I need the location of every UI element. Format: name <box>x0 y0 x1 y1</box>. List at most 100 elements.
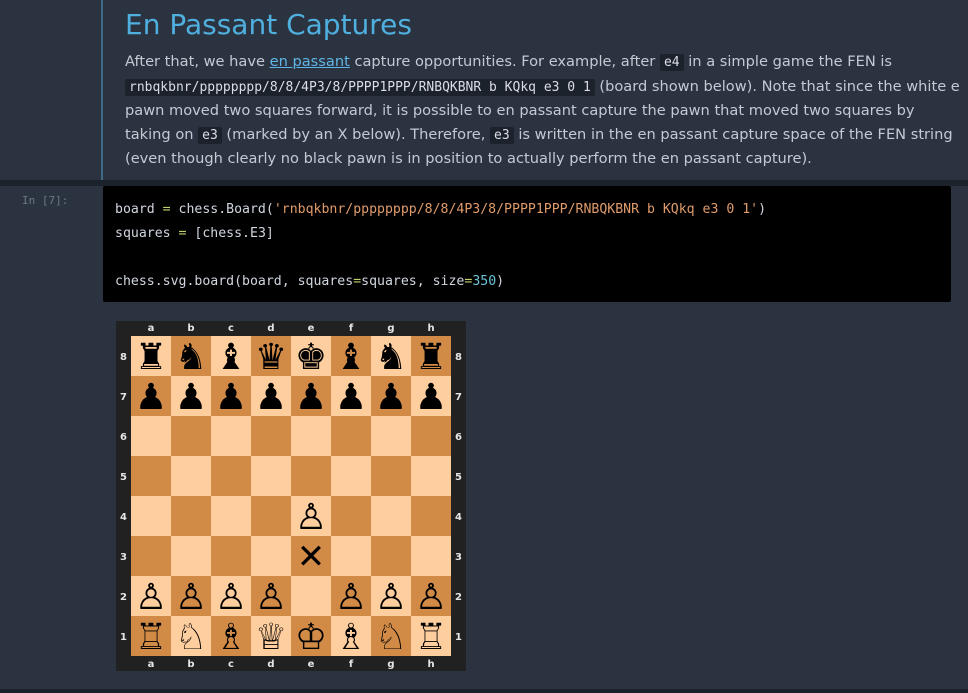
inline-code-e3: e3 <box>490 126 514 144</box>
rank-label-left: 1 <box>120 632 127 643</box>
chess-piece-d8[interactable]: ♛ <box>255 337 287 378</box>
square-d5[interactable] <box>251 456 291 496</box>
square-g5[interactable] <box>371 456 411 496</box>
chess-piece-b2[interactable]: ♙ <box>175 577 207 618</box>
chess-piece-f2[interactable]: ♙ <box>335 577 367 618</box>
square-g3[interactable] <box>371 536 411 576</box>
chess-piece-b8[interactable]: ♞ <box>175 337 207 378</box>
en-passant-x-marker: ✕ <box>297 537 326 577</box>
square-d3[interactable] <box>251 536 291 576</box>
chess-piece-a8[interactable]: ♜ <box>135 337 167 378</box>
chess-piece-h8[interactable]: ♜ <box>415 337 447 378</box>
square-a5[interactable] <box>131 456 171 496</box>
square-c6[interactable] <box>211 416 251 456</box>
square-a3[interactable] <box>131 536 171 576</box>
square-g4[interactable] <box>371 496 411 536</box>
text-span: in a simple game the FEN is <box>683 53 893 70</box>
input-prompt: In [7]: <box>22 194 69 207</box>
code-token: board <box>115 202 163 217</box>
file-label-bottom: c <box>228 659 234 670</box>
square-f4[interactable] <box>331 496 371 536</box>
rank-label-left: 2 <box>120 592 127 603</box>
square-f6[interactable] <box>331 416 371 456</box>
chess-piece-c1[interactable]: ♗ <box>215 617 247 658</box>
chess-piece-b1[interactable]: ♘ <box>175 617 207 658</box>
chess-piece-h2[interactable]: ♙ <box>415 577 447 618</box>
square-h3[interactable] <box>411 536 451 576</box>
square-b4[interactable] <box>171 496 211 536</box>
chess-piece-f1[interactable]: ♗ <box>335 617 367 658</box>
chess-piece-e4[interactable]: ♙ <box>295 497 327 538</box>
chess-piece-g2[interactable]: ♙ <box>375 577 407 618</box>
text-span: After that, we have <box>125 53 270 70</box>
chess-piece-b7[interactable]: ♟ <box>175 377 207 418</box>
chess-piece-a1[interactable]: ♖ <box>135 617 167 658</box>
square-d4[interactable] <box>251 496 291 536</box>
chess-piece-g8[interactable]: ♞ <box>375 337 407 378</box>
cell-selection-bar <box>101 0 103 180</box>
file-label-top: c <box>228 323 234 334</box>
chess-piece-e8[interactable]: ♚ <box>295 337 327 378</box>
markdown-content: En Passant Captures After that, we have … <box>125 6 960 171</box>
chess-piece-g7[interactable]: ♟ <box>375 377 407 418</box>
rank-label-left: 8 <box>120 352 127 363</box>
en-passant-link[interactable]: en passant <box>270 53 350 70</box>
square-e2[interactable] <box>291 576 331 616</box>
inline-code-e3: e3 <box>198 126 222 144</box>
code-string: 'rnbqkbnr/pppppppp/8/8/4P3/8/PPPP1PPP/RN… <box>273 202 759 217</box>
inline-code-fen: rnbqkbnr/pppppppp/8/8/4P3/8/PPPP1PPP/RNB… <box>125 78 595 96</box>
chess-piece-d2[interactable]: ♙ <box>255 577 287 618</box>
square-b6[interactable] <box>171 416 211 456</box>
file-label-bottom: d <box>267 659 274 670</box>
square-f5[interactable] <box>331 456 371 496</box>
file-label-bottom: b <box>187 659 194 670</box>
square-c5[interactable] <box>211 456 251 496</box>
square-b3[interactable] <box>171 536 211 576</box>
square-c3[interactable] <box>211 536 251 576</box>
code-token: chess.svg.board(board, squares <box>115 274 354 289</box>
square-g6[interactable] <box>371 416 411 456</box>
chess-piece-h7[interactable]: ♟ <box>415 377 447 418</box>
chess-piece-g1[interactable]: ♘ <box>375 617 407 658</box>
chess-piece-c7[interactable]: ♟ <box>215 377 247 418</box>
code-cell[interactable]: In [7]: board = chess.Board('rnbqkbnr/pp… <box>0 186 968 304</box>
cell-divider <box>0 689 968 693</box>
chess-piece-a7[interactable]: ♟ <box>135 377 167 418</box>
square-c4[interactable] <box>211 496 251 536</box>
square-d6[interactable] <box>251 416 291 456</box>
chess-piece-h1[interactable]: ♖ <box>415 617 447 658</box>
square-h5[interactable] <box>411 456 451 496</box>
file-label-top: h <box>427 323 434 334</box>
chess-piece-d1[interactable]: ♕ <box>255 617 287 658</box>
markdown-cell[interactable]: En Passant Captures After that, we have … <box>0 0 968 180</box>
text-span: (marked by an X below). Therefore, <box>221 125 491 143</box>
square-a4[interactable] <box>131 496 171 536</box>
chess-piece-f8[interactable]: ♝ <box>335 337 367 378</box>
chess-board: ♜ ♞ ♝ ♛ ♚ ♝ ♞ ♜ ♟ ♟ ♟ ♟ ♟ ♟ ♟ ♟ ♙ ✕ ♙ ♙ ♙ ♙ ♙ ♙ ♙ ♖ ♘ ♗ ♕ ♔ ♗ ♘ ♖ a a b b c c d… <box>116 321 466 671</box>
code-token: [chess.E3] <box>186 226 274 241</box>
square-h6[interactable] <box>411 416 451 456</box>
square-b5[interactable] <box>171 456 211 496</box>
code-text: board = chess.Board('rnbqkbnr/pppppppp/8… <box>103 186 951 306</box>
chess-piece-e1[interactable]: ♔ <box>295 617 327 658</box>
square-h4[interactable] <box>411 496 451 536</box>
file-label-top: a <box>148 323 155 334</box>
code-token: squares <box>115 226 179 241</box>
file-label-top: d <box>267 323 274 334</box>
chess-piece-f7[interactable]: ♟ <box>335 377 367 418</box>
output-cell: ♜ ♞ ♝ ♛ ♚ ♝ ♞ ♜ ♟ ♟ ♟ ♟ ♟ ♟ ♟ ♟ ♙ ✕ ♙ ♙ ♙ ♙ ♙ ♙ ♙ ♖ ♘ ♗ ♕ ♔ ♗ ♘ ♖ a a b b c c d… <box>0 304 968 689</box>
rank-label-left: 5 <box>120 472 127 483</box>
chess-piece-a2[interactable]: ♙ <box>135 577 167 618</box>
square-e6[interactable] <box>291 416 331 456</box>
chess-piece-c2[interactable]: ♙ <box>215 577 247 618</box>
square-e5[interactable] <box>291 456 331 496</box>
chess-piece-c8[interactable]: ♝ <box>215 337 247 378</box>
chess-piece-e7[interactable]: ♟ <box>295 377 327 418</box>
code-editor[interactable]: board = chess.Board('rnbqkbnr/pppppppp/8… <box>103 186 951 302</box>
square-f3[interactable] <box>331 536 371 576</box>
square-a6[interactable] <box>131 416 171 456</box>
chess-piece-d7[interactable]: ♟ <box>255 377 287 418</box>
code-operator: = <box>162 202 171 217</box>
section-heading: En Passant Captures <box>125 8 412 41</box>
code-number: 350 <box>472 274 497 289</box>
